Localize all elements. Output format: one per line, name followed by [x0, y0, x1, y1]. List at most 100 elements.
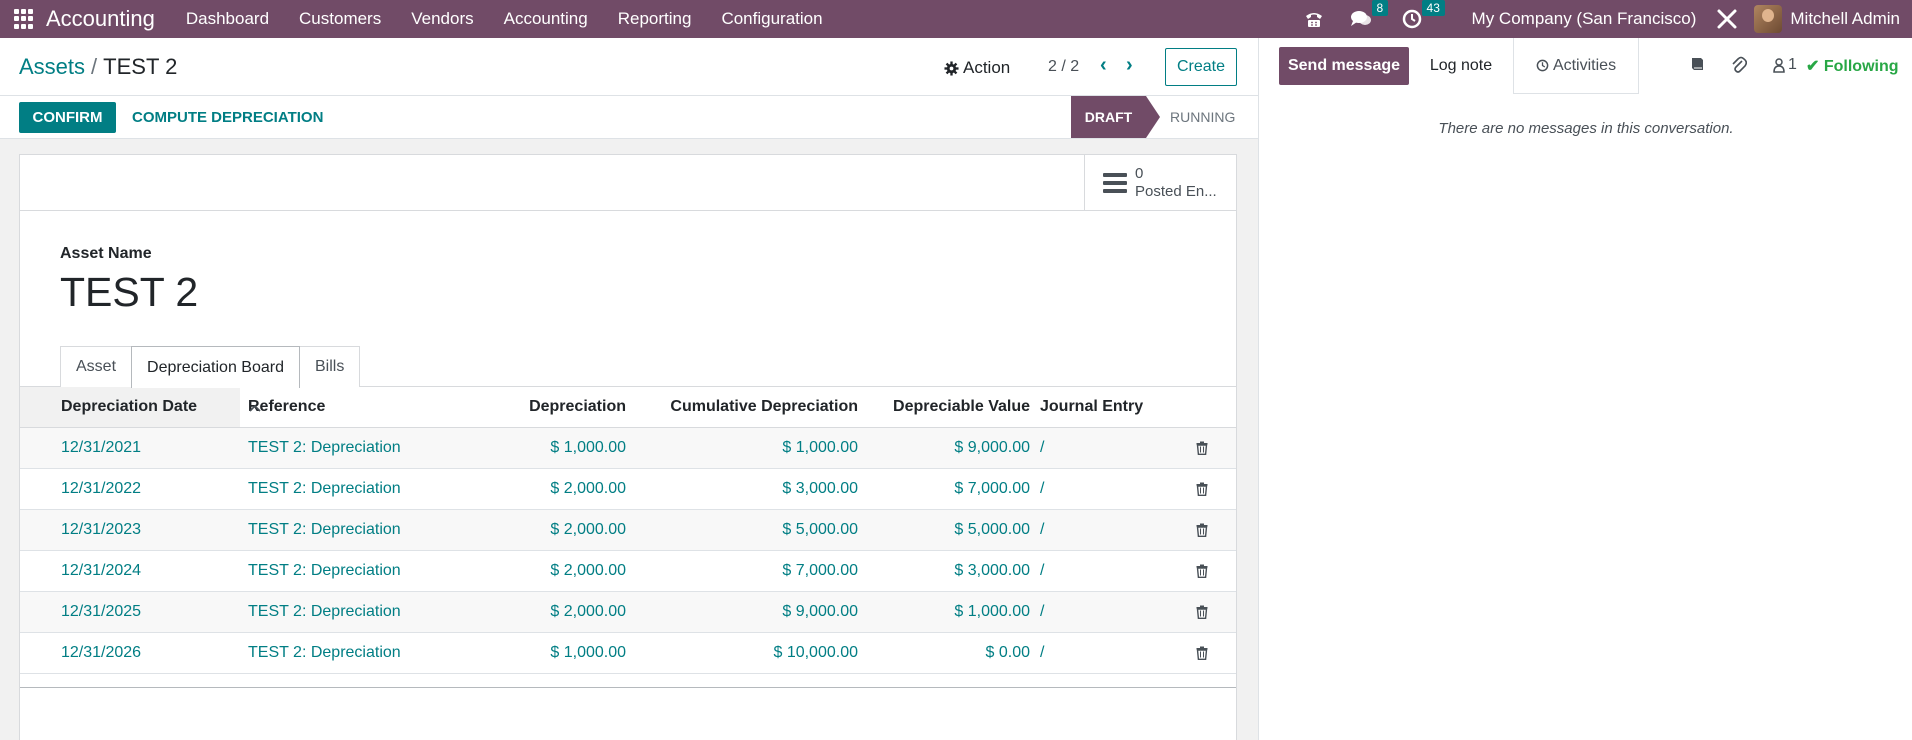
- cell-date[interactable]: 12/31/2021: [20, 439, 240, 457]
- sort-ascending-icon: [249, 400, 261, 415]
- breadcrumb-assets[interactable]: Assets: [19, 54, 85, 79]
- cell-date[interactable]: 12/31/2022: [20, 480, 240, 498]
- table-row[interactable]: 12/31/2021 TEST 2: Depreciation $ 1,000.00…: [20, 428, 1236, 469]
- trash-icon[interactable]: [1196, 523, 1208, 537]
- column-cumulative-depreciation[interactable]: Cumulative Depreciation: [626, 398, 858, 416]
- list-icon: [1103, 172, 1127, 193]
- menu-dashboard[interactable]: Dashboard: [171, 9, 284, 29]
- cell-date[interactable]: 12/31/2026: [20, 644, 240, 662]
- trash-icon[interactable]: [1196, 482, 1208, 496]
- trash-icon[interactable]: [1196, 646, 1208, 660]
- pager-value[interactable]: 2 / 2: [1048, 58, 1079, 76]
- cell-depreciation[interactable]: $ 2,000.00: [476, 562, 626, 580]
- cell-cumulative-depreciation[interactable]: $ 3,000.00: [626, 480, 858, 498]
- cell-date[interactable]: 12/31/2025: [20, 603, 240, 621]
- trash-icon[interactable]: [1196, 605, 1208, 619]
- column-reference[interactable]: Reference: [240, 398, 476, 416]
- cell-journal-entry[interactable]: /: [1030, 480, 1120, 498]
- cell-journal-entry[interactable]: /: [1030, 644, 1120, 662]
- cell-depreciation[interactable]: $ 2,000.00: [476, 480, 626, 498]
- phone-icon[interactable]: [1304, 0, 1344, 38]
- table-row[interactable]: 12/31/2025 TEST 2: Depreciation $ 2,000.00…: [20, 592, 1236, 633]
- send-message-button[interactable]: Send message: [1279, 47, 1409, 85]
- stage-running[interactable]: RUNNING: [1170, 109, 1235, 125]
- cell-reference[interactable]: TEST 2: Depreciation: [240, 562, 476, 580]
- messages-badge: 8: [1371, 0, 1389, 16]
- column-journal-entry[interactable]: Journal Entry: [1030, 398, 1143, 416]
- tab-bills[interactable]: Bills: [298, 346, 361, 387]
- cell-depreciation[interactable]: $ 2,000.00: [476, 603, 626, 621]
- breadcrumb: Assets / TEST 2: [19, 54, 177, 80]
- cell-depreciation[interactable]: $ 2,000.00: [476, 521, 626, 539]
- cell-depreciable-value[interactable]: $ 7,000.00: [858, 480, 1030, 498]
- followers-button[interactable]: 1: [1773, 56, 1797, 74]
- cell-date[interactable]: 12/31/2023: [20, 521, 240, 539]
- app-name[interactable]: Accounting: [46, 6, 155, 32]
- user-menu[interactable]: Mitchell Admin: [1790, 9, 1900, 29]
- cell-reference[interactable]: TEST 2: Depreciation: [240, 603, 476, 621]
- user-icon: [1773, 57, 1785, 73]
- pager-previous-icon[interactable]: ‹: [1100, 54, 1107, 77]
- action-menu-button[interactable]: Action: [944, 58, 1010, 78]
- column-depreciation-date[interactable]: Depreciation Date: [20, 387, 240, 427]
- menu-customers[interactable]: Customers: [284, 9, 396, 29]
- book-icon[interactable]: [1689, 56, 1705, 77]
- column-depreciation[interactable]: Depreciation: [476, 398, 626, 416]
- trash-icon[interactable]: [1196, 441, 1208, 455]
- confirm-button[interactable]: CONFIRM: [19, 102, 116, 133]
- cell-reference[interactable]: TEST 2: Depreciation: [240, 644, 476, 662]
- stage-draft[interactable]: DRAFT: [1071, 96, 1160, 138]
- menu-accounting[interactable]: Accounting: [489, 9, 603, 29]
- cell-depreciable-value[interactable]: $ 0.00: [858, 644, 1030, 662]
- empty-conversation-text: There are no messages in this conversati…: [1438, 120, 1734, 137]
- cell-depreciable-value[interactable]: $ 9,000.00: [858, 439, 1030, 457]
- log-note-button[interactable]: Log note: [1409, 38, 1513, 94]
- chat-icon: [1350, 11, 1371, 26]
- cell-depreciable-value[interactable]: $ 5,000.00: [858, 521, 1030, 539]
- debug-tools-icon[interactable]: [1716, 0, 1740, 38]
- cell-journal-entry[interactable]: /: [1030, 603, 1120, 621]
- tab-asset[interactable]: Asset: [60, 346, 133, 387]
- cell-reference[interactable]: TEST 2: Depreciation: [240, 439, 476, 457]
- cell-depreciable-value[interactable]: $ 3,000.00: [858, 562, 1030, 580]
- cell-depreciation[interactable]: $ 1,000.00: [476, 644, 626, 662]
- tab-depreciation-board[interactable]: Depreciation Board: [131, 346, 300, 388]
- messages-menu[interactable]: 8: [1350, 0, 1396, 38]
- notebook-tabs: Asset Depreciation Board Bills: [60, 346, 361, 388]
- cell-cumulative-depreciation[interactable]: $ 9,000.00: [626, 603, 858, 621]
- create-button[interactable]: Create: [1165, 48, 1237, 86]
- cell-depreciable-value[interactable]: $ 1,000.00: [858, 603, 1030, 621]
- pager-next-icon[interactable]: ›: [1126, 54, 1133, 77]
- activities-menu[interactable]: 43: [1402, 0, 1452, 38]
- cell-cumulative-depreciation[interactable]: $ 1,000.00: [626, 439, 858, 457]
- compute-depreciation-button[interactable]: COMPUTE DEPRECIATION: [132, 109, 323, 126]
- table-row[interactable]: 12/31/2023 TEST 2: Depreciation $ 2,000.00…: [20, 510, 1236, 551]
- user-avatar[interactable]: [1754, 5, 1783, 33]
- cell-reference[interactable]: TEST 2: Depreciation: [240, 480, 476, 498]
- cell-journal-entry[interactable]: /: [1030, 439, 1120, 457]
- cell-cumulative-depreciation[interactable]: $ 5,000.00: [626, 521, 858, 539]
- paperclip-icon[interactable]: [1731, 56, 1748, 79]
- asset-name-field[interactable]: TEST 2: [60, 269, 198, 316]
- cell-journal-entry[interactable]: /: [1030, 521, 1120, 539]
- cell-journal-entry[interactable]: /: [1030, 562, 1120, 580]
- following-button[interactable]: ✔ Following: [1806, 56, 1899, 76]
- table-header: Depreciation Date Reference Depreciation…: [20, 387, 1236, 428]
- cell-reference[interactable]: TEST 2: Depreciation: [240, 521, 476, 539]
- cell-date[interactable]: 12/31/2024: [20, 562, 240, 580]
- cell-cumulative-depreciation[interactable]: $ 7,000.00: [626, 562, 858, 580]
- activities-button[interactable]: Activities: [1513, 38, 1639, 94]
- table-row[interactable]: 12/31/2024 TEST 2: Depreciation $ 2,000.00…: [20, 551, 1236, 592]
- menu-vendors[interactable]: Vendors: [396, 9, 488, 29]
- table-row[interactable]: 12/31/2026 TEST 2: Depreciation $ 1,000.00…: [20, 633, 1236, 674]
- company-switcher[interactable]: My Company (San Francisco): [1472, 9, 1697, 29]
- menu-reporting[interactable]: Reporting: [603, 9, 707, 29]
- column-depreciable-value[interactable]: Depreciable Value: [858, 398, 1030, 416]
- trash-icon[interactable]: [1196, 564, 1208, 578]
- posted-entries-button[interactable]: 0 Posted En...: [1084, 155, 1236, 210]
- cell-cumulative-depreciation[interactable]: $ 10,000.00: [626, 644, 858, 662]
- cell-depreciation[interactable]: $ 1,000.00: [476, 439, 626, 457]
- apps-menu-icon[interactable]: [14, 9, 34, 29]
- menu-configuration[interactable]: Configuration: [706, 9, 837, 29]
- table-row[interactable]: 12/31/2022 TEST 2: Depreciation $ 2,000.00…: [20, 469, 1236, 510]
